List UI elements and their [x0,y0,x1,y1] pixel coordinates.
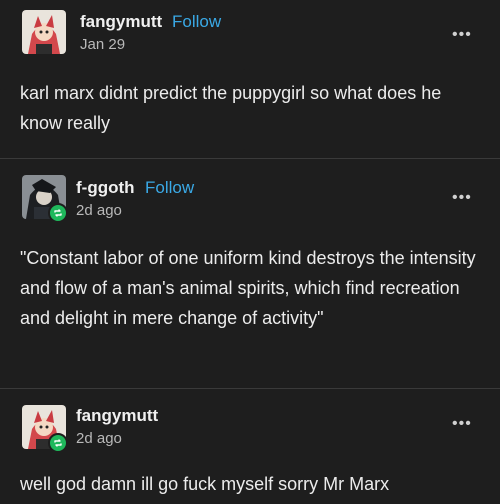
post-1: fangymutt Follow Jan 29 ••• karl marx di… [0,0,500,155]
post-3: fangymutt 2d ago ••• well god damn ill g… [0,389,500,504]
post-2: f-ggoth Follow 2d ago ••• "Constant labo… [0,159,500,387]
avatar-image [22,10,66,54]
more-options-icon[interactable]: ••• [452,415,472,433]
username[interactable]: fangymutt [80,12,162,32]
post-date: 2d ago [76,430,122,447]
more-options-icon[interactable]: ••• [452,189,472,207]
username[interactable]: f-ggoth [76,178,135,198]
username[interactable]: fangymutt [76,406,158,426]
post-text: well god damn ill go fuck myself sorry M… [20,474,390,494]
post-date: 2d ago [76,202,122,219]
post-text: "Constant labor of one uniform kind dest… [20,248,476,328]
post-date: Jan 29 [80,36,126,53]
more-options-icon[interactable]: ••• [452,26,472,44]
reblog-icon [48,433,68,453]
avatar[interactable] [22,10,66,54]
reblog-icon [48,203,68,223]
follow-button[interactable]: Follow [172,12,221,32]
post-text: karl marx didnt predict the puppygirl so… [20,83,442,133]
follow-button[interactable]: Follow [145,178,194,198]
